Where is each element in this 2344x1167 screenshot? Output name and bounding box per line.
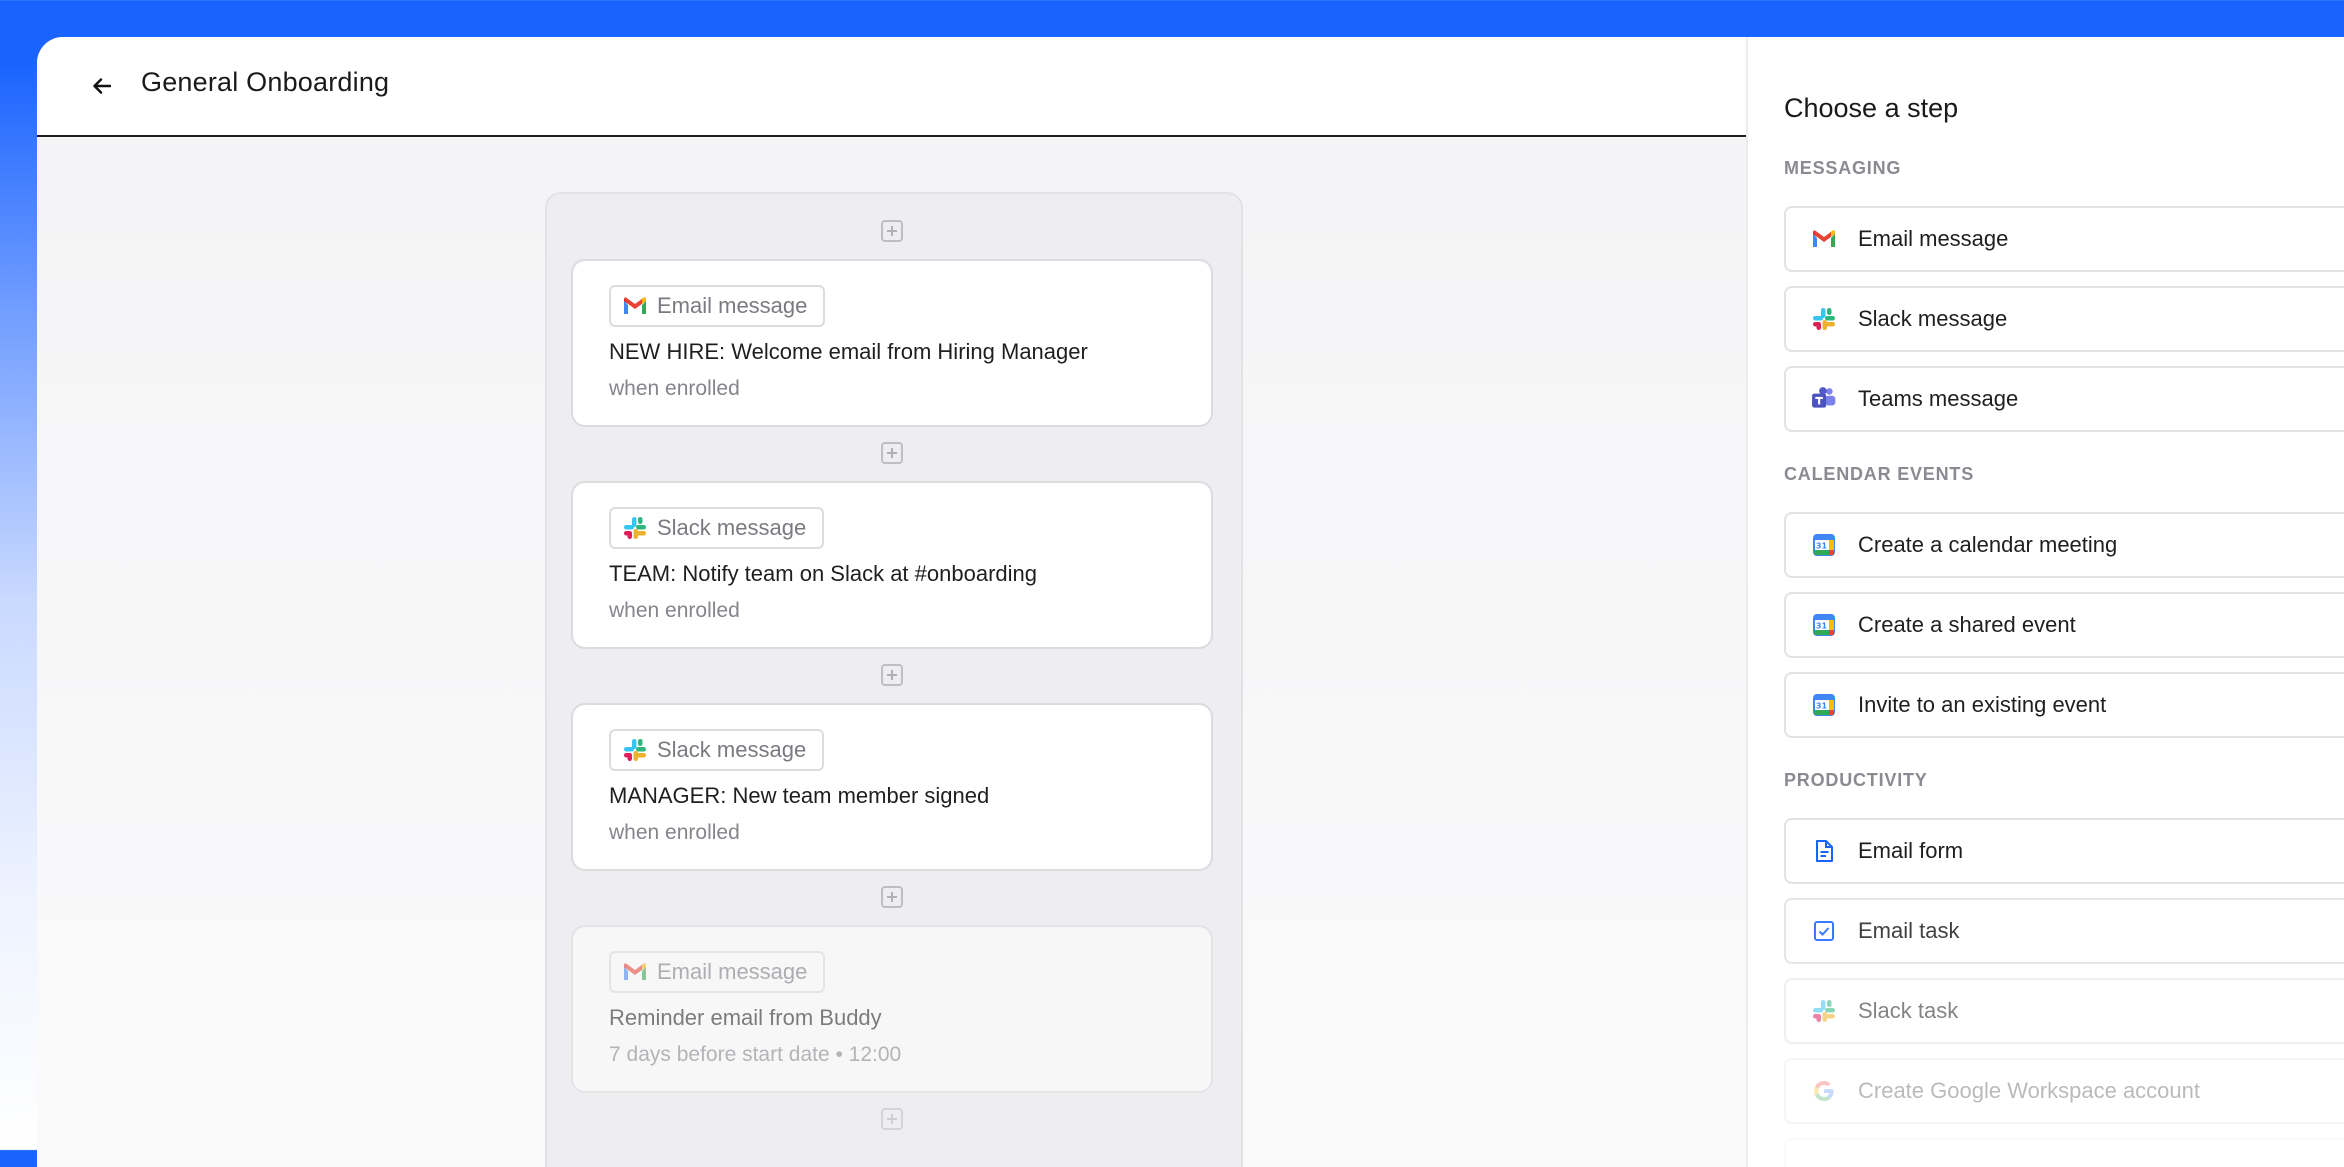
add-step-button[interactable] <box>881 220 903 242</box>
step-type-chip: Slack message <box>609 729 825 771</box>
panel-title: Choose a step <box>1784 93 1959 123</box>
step-type-label: Email message <box>657 959 808 984</box>
arrow-left-icon <box>93 78 111 94</box>
workflow-step-card[interactable]: Email message NEW HIRE: Welcome email fr… <box>571 259 1213 427</box>
step-option-teams-message[interactable]: Teams message <box>1784 366 2344 432</box>
step-option-create-shared-event[interactable]: Create a shared event <box>1784 592 2344 658</box>
add-step-button[interactable] <box>881 886 903 908</box>
section-label-calendar-events: CALENDAR EVENTS <box>1784 464 1975 484</box>
step-type-chip: Email message <box>609 951 826 993</box>
choose-step-panel: Choose a step MESSAGING Email message Sl… <box>1746 37 2344 1167</box>
step-option-slack-message[interactable]: Slack message <box>1784 286 2344 352</box>
workflow-canvas: Email message NEW HIRE: Welcome email fr… <box>545 192 1243 1167</box>
step-option-create-calendar-meeting[interactable]: Create a calendar meeting <box>1784 512 2344 578</box>
slack-icon <box>623 516 647 540</box>
step-option-invite-existing-event[interactable]: Invite to an existing event <box>1784 672 2344 738</box>
plus-icon <box>887 1114 897 1124</box>
google-calendar-icon <box>1812 693 1836 717</box>
step-option-label: Slack message <box>1858 306 2008 331</box>
google-calendar-icon <box>1812 613 1836 637</box>
step-option-label: Slack task <box>1858 998 1959 1023</box>
step-title: TEAM: Notify team on Slack at #onboardin… <box>609 561 1037 586</box>
step-option-partial[interactable] <box>1784 1138 2344 1167</box>
page-title: General Onboarding <box>141 67 390 97</box>
gmail-icon <box>1812 230 1836 248</box>
step-option-label: Create a calendar meeting <box>1858 532 2118 557</box>
add-step-button[interactable] <box>881 1108 903 1130</box>
step-timing: 7 days before start date • 12:00 <box>609 1043 902 1066</box>
plus-icon <box>887 226 897 236</box>
step-option-label: Email form <box>1858 838 1964 863</box>
add-step-button[interactable] <box>881 664 903 686</box>
workflow-step-card[interactable]: Slack message MANAGER: New team member s… <box>571 703 1213 871</box>
plus-icon <box>887 892 897 902</box>
step-type-chip: Slack message <box>609 507 825 549</box>
section-label-productivity: PRODUCTIVITY <box>1784 770 1928 790</box>
task-checkbox-icon <box>1812 919 1836 943</box>
step-title: NEW HIRE: Welcome email from Hiring Mana… <box>609 339 1088 364</box>
workflow-step-card[interactable]: Slack message TEAM: Notify team on Slack… <box>571 481 1213 649</box>
step-option-label: Email task <box>1858 918 1960 943</box>
google-icon <box>1812 1079 1836 1103</box>
step-type-chip: Email message <box>609 285 826 327</box>
step-option-label: Invite to an existing event <box>1858 692 2107 717</box>
step-timing: when enrolled <box>609 599 740 622</box>
step-option-slack-task[interactable]: Slack task <box>1784 978 2344 1044</box>
form-document-icon <box>1812 839 1836 863</box>
step-timing: when enrolled <box>609 821 740 844</box>
add-step-button[interactable] <box>881 442 903 464</box>
step-option-label: Teams message <box>1858 386 2019 411</box>
step-timing: when enrolled <box>609 377 740 400</box>
step-option-label: Create a shared event <box>1858 612 2076 637</box>
step-title: MANAGER: New team member signed <box>609 783 990 808</box>
section-label-messaging: MESSAGING <box>1784 158 1902 178</box>
step-type-label: Email message <box>657 293 808 318</box>
app-window: General Onboarding Email message NEW HIR… <box>37 37 2344 1167</box>
step-option-email-form[interactable]: Email form <box>1784 818 2344 884</box>
step-type-label: Slack message <box>657 515 807 540</box>
step-option-create-google-workspace-account[interactable]: Create Google Workspace account <box>1784 1058 2344 1124</box>
google-calendar-icon <box>1812 533 1836 557</box>
step-option-label: Email message <box>1858 226 2009 251</box>
workflow-step-card[interactable]: Email message Reminder email from Buddy … <box>571 925 1213 1093</box>
slack-icon <box>623 738 647 762</box>
step-type-label: Slack message <box>657 737 807 762</box>
plus-icon <box>887 448 897 458</box>
gmail-icon <box>623 297 647 315</box>
back-button[interactable] <box>87 71 117 101</box>
gmail-icon <box>623 963 647 981</box>
step-option-email-message[interactable]: Email message <box>1784 206 2344 272</box>
plus-icon <box>887 670 897 680</box>
slack-icon <box>1812 307 1836 331</box>
step-option-email-task[interactable]: Email task <box>1784 898 2344 964</box>
step-title: Reminder email from Buddy <box>609 1005 882 1030</box>
slack-icon <box>1812 999 1836 1023</box>
teams-icon <box>1811 386 1837 412</box>
step-option-label: Create Google Workspace account <box>1858 1078 2200 1103</box>
